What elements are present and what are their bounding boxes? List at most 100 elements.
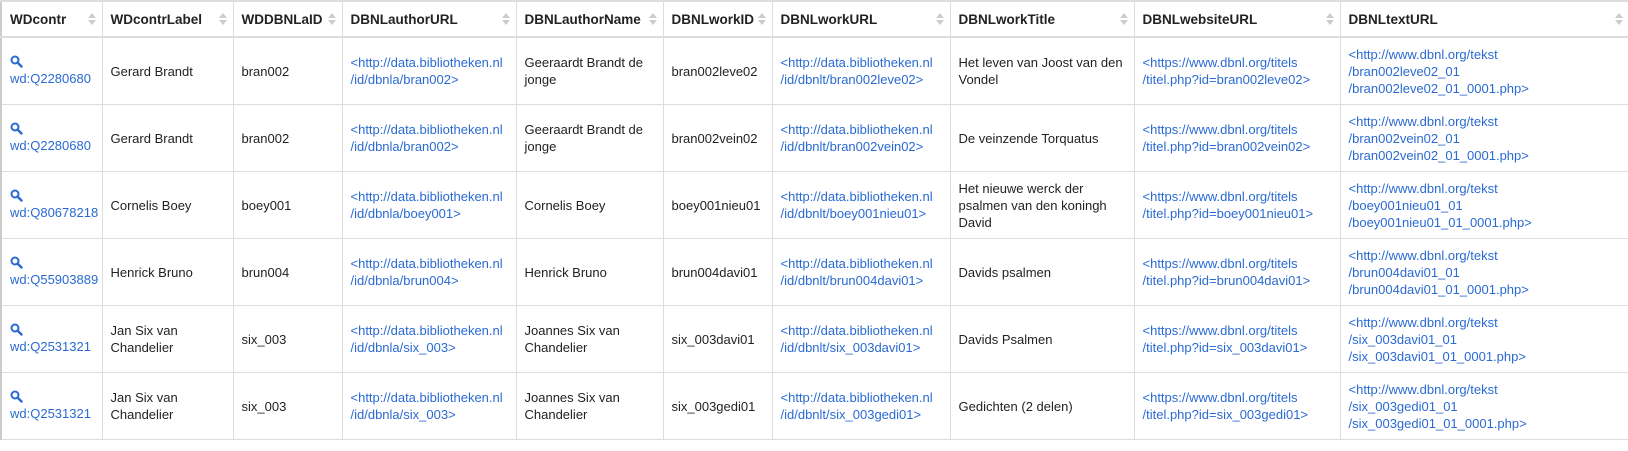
column-header-dbnltexturl[interactable]: DBNLtextURL	[1339, 0, 1628, 38]
cell-line[interactable]: <http://data.bibliotheken.nl	[781, 256, 933, 271]
cell-line[interactable]: <http://data.bibliotheken.nl	[781, 323, 933, 338]
wikidata-link[interactable]: wd:Q2280680	[10, 71, 91, 86]
url-link[interactable]: <http://data.bibliotheken.nl/id/dbnlt/bo…	[781, 189, 933, 221]
cell-line[interactable]: /id/dbnlt/boey001nieu01>	[781, 206, 927, 221]
cell-line[interactable]: <http://data.bibliotheken.nl	[781, 189, 933, 204]
cell-line[interactable]: <http://www.dbnl.org/tekst	[1349, 47, 1498, 62]
search-icon[interactable]	[10, 189, 23, 202]
cell-line[interactable]: <https://www.dbnl.org/titels	[1143, 323, 1298, 338]
cell-line[interactable]: /titel.php?id=brun004davi01>	[1143, 273, 1311, 288]
cell-line[interactable]: /id/dbnla/brun004>	[351, 273, 459, 288]
cell-line[interactable]: <http://data.bibliotheken.nl	[351, 189, 503, 204]
url-link[interactable]: <http://www.dbnl.org/tekst/six_003davi01…	[1349, 315, 1526, 364]
cell-line[interactable]: <https://www.dbnl.org/titels	[1143, 256, 1298, 271]
search-icon[interactable]	[10, 122, 23, 135]
cell-line[interactable]: /titel.php?id=boey001nieu01>	[1143, 206, 1314, 221]
url-link[interactable]: <http://data.bibliotheken.nl/id/dbnlt/si…	[781, 390, 933, 422]
cell-line[interactable]: /titel.php?id=six_003gedi01>	[1143, 407, 1309, 422]
column-header-dbnlworkid[interactable]: DBNLworkID	[662, 0, 773, 38]
sort-icon[interactable]	[648, 13, 657, 25]
sort-icon[interactable]	[501, 13, 510, 25]
url-link[interactable]: <http://data.bibliotheken.nl/id/dbnla/bo…	[351, 189, 503, 221]
sort-icon[interactable]	[327, 13, 336, 25]
cell-line[interactable]: <http://data.bibliotheken.nl	[781, 122, 933, 137]
url-link[interactable]: <http://data.bibliotheken.nl/id/dbnlt/si…	[781, 323, 933, 355]
cell-line[interactable]: /titel.php?id=six_003davi01>	[1143, 340, 1308, 355]
cell-line[interactable]: /id/dbnla/bran002>	[351, 72, 459, 87]
cell-line[interactable]: <http://data.bibliotheken.nl	[351, 323, 503, 338]
url-link[interactable]: <http://www.dbnl.org/tekst/six_003gedi01…	[1349, 382, 1527, 431]
url-link[interactable]: <http://data.bibliotheken.nl/id/dbnla/br…	[351, 122, 503, 154]
search-icon[interactable]	[10, 55, 23, 68]
cell-line[interactable]: /id/dbnlt/brun004davi01>	[781, 273, 924, 288]
cell-line[interactable]: <http://data.bibliotheken.nl	[351, 390, 503, 405]
sort-icon[interactable]	[1614, 13, 1623, 25]
cell-line[interactable]: <http://www.dbnl.org/tekst	[1349, 382, 1498, 397]
column-header-wdcontrlabel[interactable]: WDcontrLabel	[101, 0, 234, 38]
url-link[interactable]: <http://www.dbnl.org/tekst/bran002leve02…	[1349, 47, 1529, 96]
wikidata-link[interactable]: wd:Q80678218	[10, 205, 98, 220]
url-link[interactable]: <http://www.dbnl.org/tekst/boey001nieu01…	[1349, 181, 1532, 230]
cell-line[interactable]: <http://www.dbnl.org/tekst	[1349, 248, 1498, 263]
cell-line[interactable]: /id/dbnla/six_003>	[351, 407, 456, 422]
wikidata-link[interactable]: wd:Q2531321	[10, 339, 91, 354]
sort-icon[interactable]	[87, 13, 96, 25]
url-link[interactable]: <https://www.dbnl.org/titels/titel.php?i…	[1143, 256, 1311, 288]
cell-line[interactable]: /titel.php?id=bran002leve02>	[1143, 72, 1311, 87]
cell-line[interactable]: /bran002vein02_01	[1349, 131, 1460, 146]
cell-line[interactable]: /six_003gedi01_01_0001.php>	[1349, 416, 1527, 431]
cell-line[interactable]: /bran002leve02_01_0001.php>	[1349, 81, 1529, 96]
cell-line[interactable]: <https://www.dbnl.org/titels	[1143, 189, 1298, 204]
column-header-dbnlauthorname[interactable]: DBNLauthorName	[515, 0, 664, 38]
url-link[interactable]: <https://www.dbnl.org/titels/titel.php?i…	[1143, 323, 1308, 355]
column-header-dbnlwebsiteurl[interactable]: DBNLwebsiteURL	[1133, 0, 1341, 38]
cell-line[interactable]: <http://www.dbnl.org/tekst	[1349, 181, 1498, 196]
url-link[interactable]: <https://www.dbnl.org/titels/titel.php?i…	[1143, 55, 1311, 87]
sort-icon[interactable]	[757, 13, 766, 25]
column-header-dbnlworktitle[interactable]: DBNLworkTitle	[949, 0, 1135, 38]
cell-line[interactable]: /id/dbnlt/bran002leve02>	[781, 72, 924, 87]
cell-line[interactable]: /id/dbnla/bran002>	[351, 139, 459, 154]
column-header-dbnlworkurl[interactable]: DBNLworkURL	[771, 0, 951, 38]
cell-line[interactable]: wd:Q2280680	[10, 138, 91, 153]
cell-line[interactable]: <https://www.dbnl.org/titels	[1143, 55, 1298, 70]
url-link[interactable]: <http://data.bibliotheken.nl/id/dbnlt/br…	[781, 122, 933, 154]
url-link[interactable]: <http://data.bibliotheken.nl/id/dbnla/br…	[351, 55, 503, 87]
cell-line[interactable]: <http://data.bibliotheken.nl	[781, 55, 933, 70]
cell-line[interactable]: /boey001nieu01_01_0001.php>	[1349, 215, 1532, 230]
search-icon[interactable]	[10, 323, 23, 336]
cell-line[interactable]: <http://data.bibliotheken.nl	[351, 256, 503, 271]
sort-icon[interactable]	[218, 13, 227, 25]
url-link[interactable]: <http://data.bibliotheken.nl/id/dbnla/br…	[351, 256, 503, 288]
wikidata-link[interactable]: wd:Q55903889	[10, 272, 98, 287]
sort-icon[interactable]	[935, 13, 944, 25]
cell-line[interactable]: /id/dbnlt/six_003gedi01>	[781, 407, 922, 422]
column-header-dbnlauthorurl[interactable]: DBNLauthorURL	[341, 0, 517, 38]
column-header-wdcontr[interactable]: WDcontr	[0, 0, 103, 38]
cell-line[interactable]: wd:Q2531321	[10, 339, 91, 354]
url-link[interactable]: <http://www.dbnl.org/tekst/brun004davi01…	[1349, 248, 1529, 297]
cell-line[interactable]: <http://www.dbnl.org/tekst	[1349, 114, 1498, 129]
cell-line[interactable]: /id/dbnla/boey001>	[351, 206, 461, 221]
cell-line[interactable]: wd:Q2531321	[10, 406, 91, 421]
sort-icon[interactable]	[1325, 13, 1334, 25]
url-link[interactable]: <https://www.dbnl.org/titels/titel.php?i…	[1143, 390, 1309, 422]
cell-line[interactable]: <http://data.bibliotheken.nl	[351, 122, 503, 137]
cell-line[interactable]: <https://www.dbnl.org/titels	[1143, 390, 1298, 405]
cell-line[interactable]: /bran002leve02_01	[1349, 64, 1460, 79]
cell-line[interactable]: /titel.php?id=bran002vein02>	[1143, 139, 1311, 154]
cell-line[interactable]: <http://data.bibliotheken.nl	[781, 390, 933, 405]
cell-line[interactable]: /bran002vein02_01_0001.php>	[1349, 148, 1529, 163]
cell-line[interactable]: wd:Q2280680	[10, 71, 91, 86]
cell-line[interactable]: /brun004davi01_01	[1349, 265, 1460, 280]
cell-line[interactable]: wd:Q55903889	[10, 272, 98, 287]
url-link[interactable]: <https://www.dbnl.org/titels/titel.php?i…	[1143, 189, 1314, 221]
url-link[interactable]: <http://data.bibliotheken.nl/id/dbnlt/br…	[781, 55, 933, 87]
url-link[interactable]: <http://www.dbnl.org/tekst/bran002vein02…	[1349, 114, 1529, 163]
cell-line[interactable]: /id/dbnla/six_003>	[351, 340, 456, 355]
cell-line[interactable]: <http://data.bibliotheken.nl	[351, 55, 503, 70]
wikidata-link[interactable]: wd:Q2531321	[10, 406, 91, 421]
search-icon[interactable]	[10, 390, 23, 403]
cell-line[interactable]: /six_003davi01_01_0001.php>	[1349, 349, 1526, 364]
cell-line[interactable]: <https://www.dbnl.org/titels	[1143, 122, 1298, 137]
